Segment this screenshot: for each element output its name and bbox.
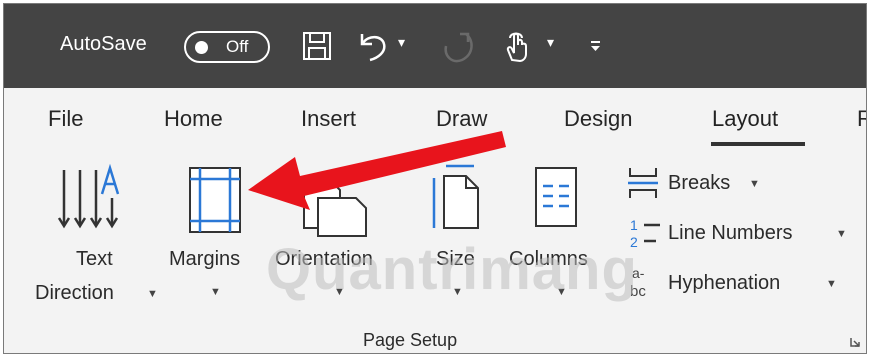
word-window: AutoSave Off ▾ ▾ File Home Insert Draw D… [3, 3, 867, 354]
annotation-arrow [248, 131, 506, 210]
